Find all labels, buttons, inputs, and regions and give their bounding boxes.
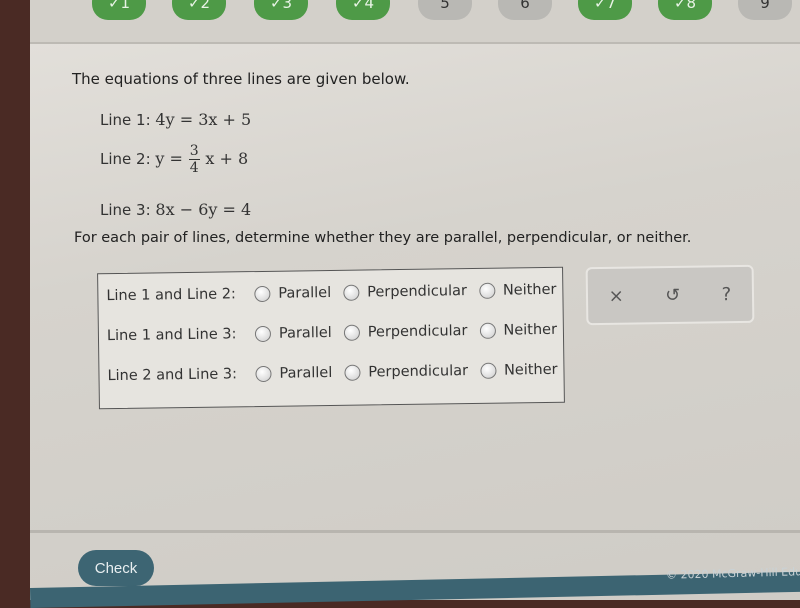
line-1-equation: Line 1: 4y = 3x + 5 bbox=[100, 110, 251, 129]
option-label: Neither bbox=[503, 321, 558, 339]
radio-neither[interactable] bbox=[478, 282, 496, 299]
option-label: Perpendicular bbox=[368, 363, 469, 381]
radio-neither[interactable] bbox=[479, 322, 496, 339]
answer-tools-panel: × ↺ ? bbox=[585, 264, 755, 326]
radio-perpendicular[interactable] bbox=[343, 284, 360, 301]
problem-intro: The equations of three lines are given b… bbox=[72, 70, 410, 88]
problem-prompt: For each pair of lines, determine whethe… bbox=[74, 230, 692, 246]
question-4-button[interactable]: ✓4 bbox=[336, 0, 390, 20]
option-neither[interactable]: Neither bbox=[478, 281, 557, 299]
row-label: Line 1 and Line 3: bbox=[106, 326, 237, 345]
clear-icon[interactable]: × bbox=[609, 285, 624, 306]
question-8-button[interactable]: ✓8 bbox=[658, 0, 712, 20]
line-2-label: Line 2: bbox=[100, 150, 151, 168]
question-5-button[interactable]: 5 bbox=[418, 0, 472, 20]
option-label: Perpendicular bbox=[367, 323, 468, 341]
line-1-label: Line 1: bbox=[100, 111, 151, 129]
footer-divider bbox=[30, 530, 800, 533]
option-neither[interactable]: Neither bbox=[479, 322, 557, 339]
line-2-fraction: 3 4 bbox=[188, 143, 200, 176]
question-9-button[interactable]: 9 bbox=[738, 0, 792, 20]
option-parallel[interactable]: Parallel bbox=[255, 364, 333, 383]
option-neither[interactable]: Neither bbox=[479, 361, 558, 379]
question-6-button[interactable]: 6 bbox=[498, 0, 552, 20]
fraction-denominator: 4 bbox=[189, 160, 199, 176]
radio-perpendicular[interactable] bbox=[344, 364, 361, 381]
answer-row-2-3: Line 2 and Line 3: Parallel Perpendicula… bbox=[107, 362, 569, 384]
row-label: Line 1 and Line 2: bbox=[106, 286, 236, 305]
problem-area: The equations of three lines are given b… bbox=[30, 44, 800, 530]
line-2-equation: Line 2: y = 3 4 x + 8 bbox=[100, 144, 248, 175]
option-parallel[interactable]: Parallel bbox=[254, 324, 332, 343]
row-label: Line 2 and Line 3: bbox=[107, 366, 238, 385]
question-3-button[interactable]: ✓3 bbox=[254, 0, 308, 20]
line-2-math-suffix: x + 8 bbox=[205, 149, 249, 168]
option-parallel[interactable]: Parallel bbox=[254, 284, 332, 303]
option-label: Parallel bbox=[278, 284, 332, 302]
radio-perpendicular[interactable] bbox=[343, 324, 360, 341]
answer-row-1-2: Line 1 and Line 2: Parallel Perpendicula… bbox=[106, 282, 568, 304]
undo-icon[interactable]: ↺ bbox=[665, 284, 680, 305]
help-icon[interactable]: ? bbox=[722, 284, 732, 305]
line-2-math-prefix: y = bbox=[155, 149, 183, 168]
line-3-equation: Line 3: 8x − 6y = 4 bbox=[100, 200, 251, 219]
check-button[interactable]: Check bbox=[78, 550, 154, 586]
option-label: Neither bbox=[503, 361, 558, 379]
radio-neither[interactable] bbox=[479, 362, 497, 379]
fraction-numerator: 3 bbox=[188, 143, 200, 160]
line-3-label: Line 3: bbox=[100, 201, 151, 219]
line-1-math: 4y = 3x + 5 bbox=[155, 110, 252, 129]
option-perpendicular[interactable]: Perpendicular bbox=[344, 363, 468, 381]
option-perpendicular[interactable]: Perpendicular bbox=[343, 283, 467, 301]
question-1-button[interactable]: ✓1 bbox=[92, 0, 146, 20]
answer-table: Line 1 and Line 2: Parallel Perpendicula… bbox=[97, 266, 568, 410]
line-3-math: 8x − 6y = 4 bbox=[155, 200, 252, 219]
option-label: Parallel bbox=[278, 324, 332, 342]
radio-parallel[interactable] bbox=[254, 325, 272, 343]
option-label: Neither bbox=[502, 281, 557, 299]
radio-parallel[interactable] bbox=[255, 365, 272, 383]
option-perpendicular[interactable]: Perpendicular bbox=[343, 323, 468, 341]
radio-parallel[interactable] bbox=[254, 285, 271, 303]
question-7-button[interactable]: ✓7 bbox=[578, 0, 632, 20]
option-label: Perpendicular bbox=[367, 283, 468, 301]
option-label: Parallel bbox=[279, 364, 333, 382]
screen: ✓1 ✓2 ✓3 ✓4 5 6 ✓7 ✓8 9 The equations of… bbox=[30, 0, 800, 608]
answer-row-1-3: Line 1 and Line 3: Parallel Perpendicula… bbox=[107, 322, 569, 344]
question-navigation-bar: ✓1 ✓2 ✓3 ✓4 5 6 ✓7 ✓8 9 bbox=[30, 0, 800, 44]
question-2-button[interactable]: ✓2 bbox=[172, 0, 226, 20]
